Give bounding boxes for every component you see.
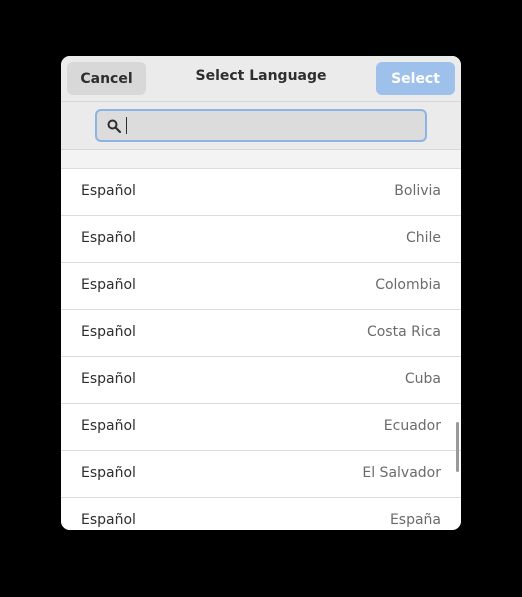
region-label: Costa Rica bbox=[366, 324, 441, 340]
list-item[interactable]: Español Cuba bbox=[61, 357, 461, 404]
region-label: Ecuador bbox=[383, 418, 441, 434]
search-icon bbox=[107, 119, 121, 133]
select-language-dialog: Cancel Select Language Select Español Bo… bbox=[61, 56, 461, 530]
language-label: Español bbox=[81, 512, 136, 528]
text-caret bbox=[126, 117, 127, 134]
language-label: Español bbox=[81, 465, 136, 481]
region-label: Cuba bbox=[404, 371, 441, 387]
language-list[interactable]: Español Bolivia Español Chile Español Co… bbox=[61, 150, 461, 530]
region-label: Bolivia bbox=[394, 183, 441, 199]
list-item[interactable]: Español El Salvador bbox=[61, 451, 461, 498]
search-input[interactable] bbox=[125, 115, 415, 136]
search-bar bbox=[61, 102, 461, 150]
language-label: Español bbox=[81, 418, 136, 434]
list-item[interactable]: Español Colombia bbox=[61, 263, 461, 310]
region-label: España bbox=[389, 512, 441, 528]
search-entry[interactable] bbox=[95, 109, 427, 142]
scrollbar[interactable] bbox=[456, 422, 459, 472]
headerbar: Cancel Select Language Select bbox=[61, 56, 461, 102]
list-item[interactable]: Español España bbox=[61, 498, 461, 530]
language-label: Español bbox=[81, 183, 136, 199]
list-item[interactable]: Español Chile bbox=[61, 216, 461, 263]
list-item[interactable]: Español Ecuador bbox=[61, 404, 461, 451]
region-label: Chile bbox=[405, 230, 441, 246]
language-label: Español bbox=[81, 230, 136, 246]
language-label: Español bbox=[81, 277, 136, 293]
region-label: Colombia bbox=[375, 277, 441, 293]
list-item[interactable]: Español Costa Rica bbox=[61, 310, 461, 357]
region-label: El Salvador bbox=[362, 465, 441, 481]
language-label: Español bbox=[81, 371, 136, 387]
list-item[interactable]: Español Bolivia bbox=[61, 169, 461, 216]
list-item-partial[interactable] bbox=[61, 150, 461, 169]
select-button[interactable]: Select bbox=[376, 62, 455, 95]
language-label: Español bbox=[81, 324, 136, 340]
